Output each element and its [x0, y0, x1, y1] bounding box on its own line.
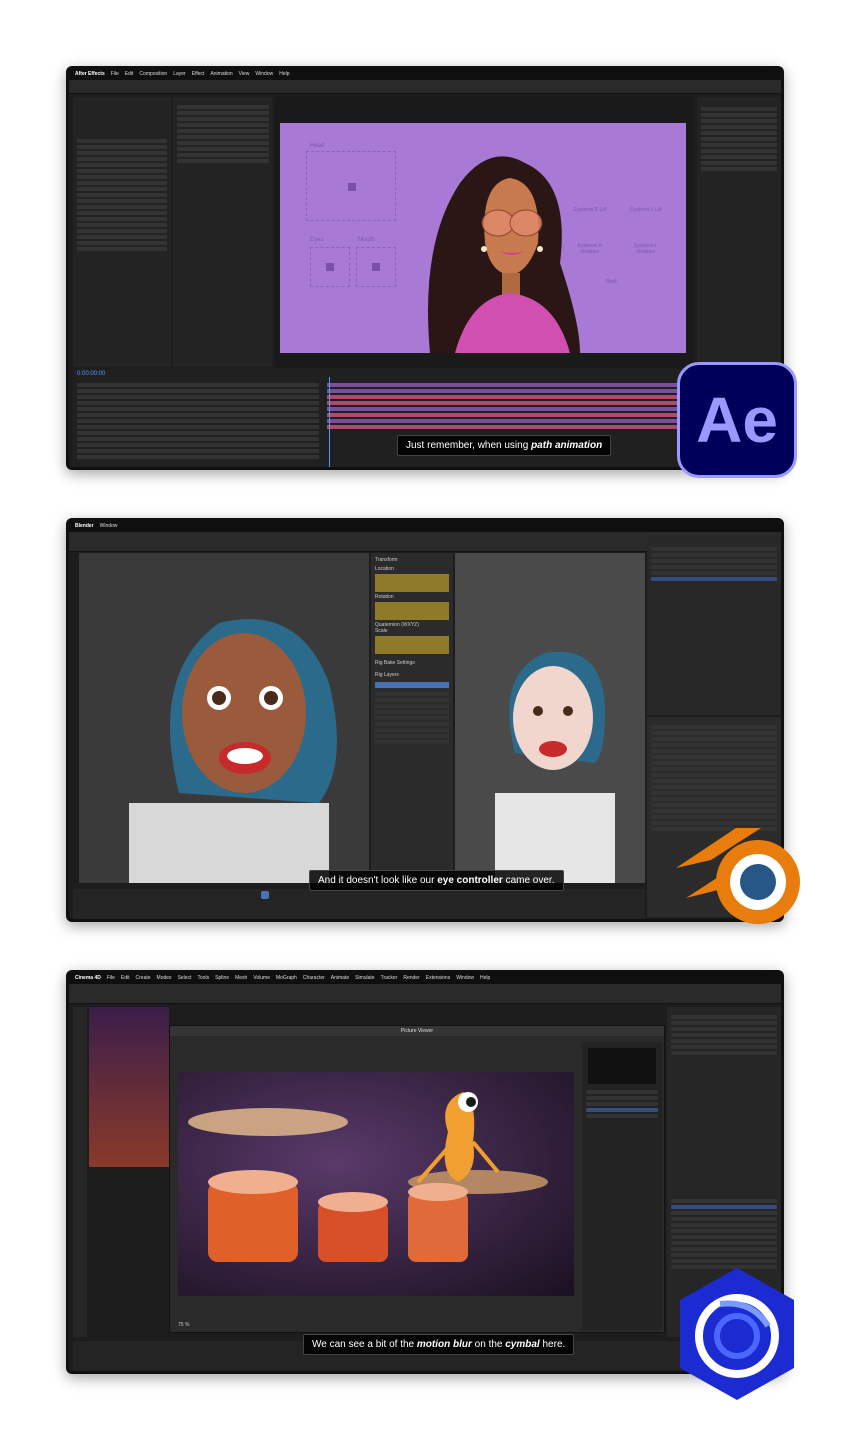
c4d-menu-spline[interactable]: Spline	[215, 975, 229, 982]
ae-menu-file[interactable]: File	[111, 71, 119, 78]
c4d-picture-viewer-titlebar: Picture Viewer	[170, 1026, 664, 1036]
ae-subtitle-emphasis: path animation	[531, 440, 603, 451]
c4d-subtitle: We can see a bit of the motion blur on t…	[303, 1334, 575, 1355]
after-effects-logo: Ae	[677, 362, 797, 478]
c4d-menu-tracker[interactable]: Tracker	[381, 975, 398, 982]
ae-menu-effect[interactable]: Effect	[192, 71, 205, 78]
blender-subtitle-emphasis: eye controller	[437, 875, 503, 886]
blender-prop-rig-bake[interactable]: Rig Bake Settings	[375, 660, 449, 666]
blender-viewport-right	[455, 553, 645, 883]
blender-viewport-left	[79, 553, 369, 883]
ae-timecode[interactable]: 0:00:00:00	[77, 371, 105, 377]
c4d-subtitle-end: here.	[539, 1339, 566, 1350]
c4d-menu-modes[interactable]: Modes	[157, 975, 172, 982]
after-effects-logo-text: Ae	[696, 384, 778, 456]
c4d-toolbar	[69, 984, 781, 1004]
ae-comp-canvas: Head Eyes Mouth Eyebrow R Lift Eyebrow L…	[280, 123, 686, 353]
blender-prop-transform[interactable]: Transform	[375, 557, 449, 563]
blender-timeline	[73, 889, 645, 919]
ae-menu-view[interactable]: View	[239, 71, 250, 78]
blender-menu-window[interactable]: Window	[100, 523, 118, 530]
c4d-menu-select[interactable]: Select	[178, 975, 192, 982]
blender-logo	[676, 828, 800, 924]
blender-prop-scale: Scale	[375, 628, 388, 634]
ae-character-illustration	[428, 156, 580, 353]
c4d-menu-render[interactable]: Render	[403, 975, 419, 982]
c4d-subtitle-emphasis-1: motion blur	[416, 1339, 472, 1350]
c4d-menu-help[interactable]: Help	[480, 975, 490, 982]
blender-menubar: Blender Window	[69, 521, 781, 532]
c4d-tool-strip	[73, 1007, 87, 1337]
c4d-zoom-level[interactable]: 75 %	[178, 1322, 189, 1328]
ae-playhead[interactable]	[329, 377, 330, 467]
c4d-menu-extensions[interactable]: Extensions	[426, 975, 450, 982]
c4d-menu-edit[interactable]: Edit	[121, 975, 130, 982]
c4d-menu-app[interactable]: Cinema 4D	[75, 975, 101, 982]
c4d-menubar: Cinema 4D File Edit Create Modes Select …	[69, 973, 781, 984]
ae-subtitle: Just remember, when using path animation	[397, 435, 612, 456]
c4d-menu-animate[interactable]: Animate	[331, 975, 349, 982]
ae-menu-composition[interactable]: Composition	[139, 71, 167, 78]
blender-menu-app[interactable]: Blender	[75, 523, 94, 530]
c4d-subtitle-mid: on the	[471, 1339, 506, 1350]
ae-composition-viewer: Head Eyes Mouth Eyebrow R Lift Eyebrow L…	[275, 97, 693, 367]
ae-toolbar	[69, 80, 781, 94]
blender-character-dark-skin	[129, 619, 337, 883]
c4d-menu-tools[interactable]: Tools	[197, 975, 209, 982]
blender-subtitle-text: And it doesn't look like our	[318, 875, 438, 886]
c4d-menu-mograph[interactable]: MoGraph	[276, 975, 297, 982]
ae-menubar: After Effects File Edit Composition Laye…	[69, 69, 781, 80]
ae-effect-controls-panel	[173, 97, 273, 367]
blender-prop-rotation: Rotation	[375, 594, 394, 600]
ae-menu-layer[interactable]: Layer	[173, 71, 186, 78]
ae-menu-animation[interactable]: Animation	[210, 71, 232, 78]
ae-project-panel	[73, 97, 171, 367]
blender-prop-location: Location	[375, 566, 394, 572]
blender-subtitle: And it doesn't look like our eye control…	[309, 870, 564, 891]
blender-prop-rig-layers[interactable]: Rig Layers	[375, 672, 449, 678]
c4d-render-image	[178, 1072, 574, 1296]
ae-menu-window[interactable]: Window	[255, 71, 273, 78]
c4d-menu-volume[interactable]: Volume	[253, 975, 270, 982]
c4d-menu-mesh[interactable]: Mesh	[235, 975, 247, 982]
ae-menu-help[interactable]: Help	[279, 71, 289, 78]
ae-layer-list	[73, 381, 323, 461]
c4d-viewport	[89, 1007, 169, 1167]
cinema4d-logo	[680, 1268, 794, 1400]
c4d-menu-simulate[interactable]: Simulate	[355, 975, 374, 982]
blender-playhead[interactable]	[261, 891, 269, 899]
c4d-picture-viewer-title: Picture Viewer	[400, 1028, 434, 1034]
c4d-menu-create[interactable]: Create	[136, 975, 151, 982]
ae-preview-panel	[697, 97, 781, 367]
c4d-subtitle-emphasis-2: cymbal	[505, 1339, 540, 1350]
c4d-menu-file[interactable]: File	[107, 975, 115, 982]
ae-subtitle-text: Just remember, when using	[406, 440, 532, 451]
blender-outliner	[647, 535, 781, 715]
c4d-drummer-render	[188, 1092, 548, 1262]
ae-menu-edit[interactable]: Edit	[125, 71, 134, 78]
ae-menu-app[interactable]: After Effects	[75, 71, 105, 78]
c4d-menu-character[interactable]: Character	[303, 975, 325, 982]
blender-character-light-skin	[495, 651, 615, 883]
blender-subtitle-end: came over.	[502, 875, 555, 886]
blender-bone-properties: Transform Location Rotation Quaternion (…	[371, 553, 453, 883]
c4d-picture-viewer: Picture Viewer 75 %	[169, 1025, 665, 1333]
c4d-menu-window[interactable]: Window	[456, 975, 474, 982]
c4d-subtitle-text: We can see a bit of the	[312, 1339, 417, 1350]
c4d-navigator-panel	[582, 1042, 662, 1330]
